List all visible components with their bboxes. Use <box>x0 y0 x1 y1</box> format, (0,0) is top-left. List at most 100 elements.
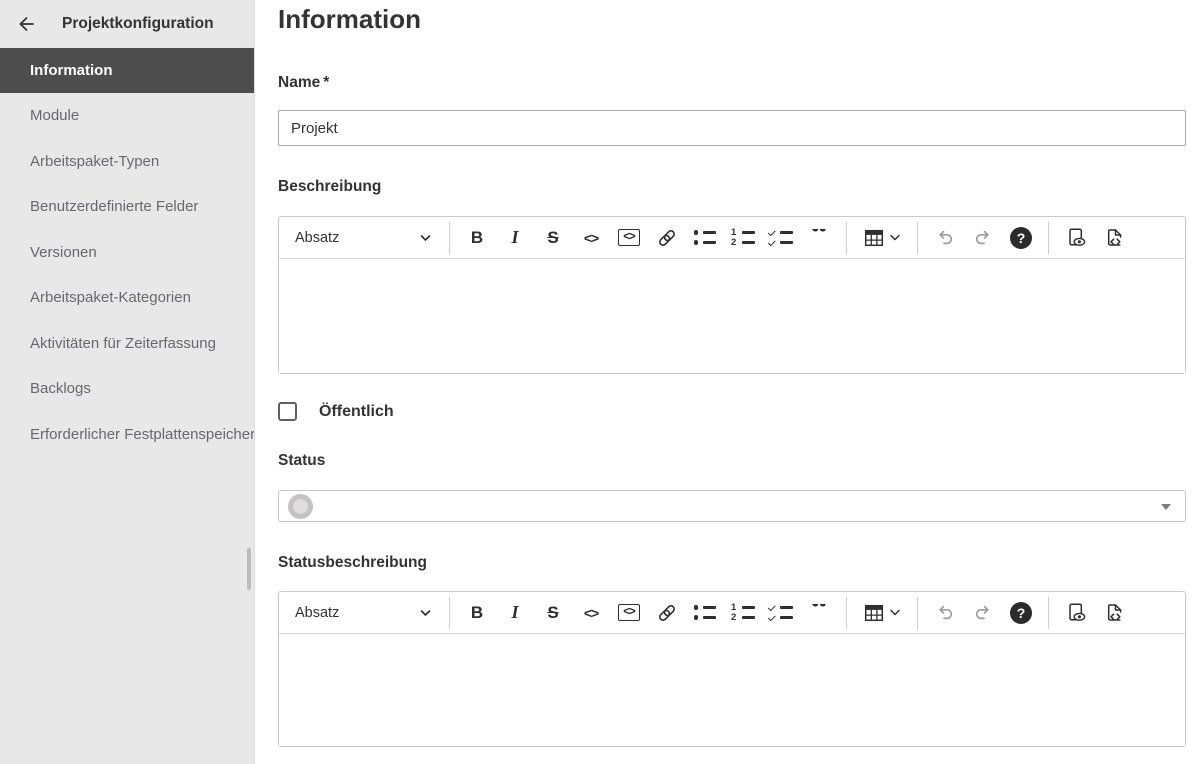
numbered-list-icon: 1 2 <box>731 605 755 620</box>
strikethrough-button[interactable]: S <box>538 598 568 628</box>
block-quote-icon: “ <box>811 229 828 247</box>
toolbar-divider <box>917 597 918 629</box>
sidebar-item-arbeitspaket-kategorien[interactable]: Arbeitspaket-Kategorien <box>0 275 254 321</box>
toolbar-divider <box>1048 597 1049 629</box>
strikethrough-icon: S <box>547 603 558 623</box>
name-label: Name* <box>278 74 329 92</box>
inline-code-button[interactable]: <> <box>576 223 606 253</box>
toolbar-divider <box>1048 222 1049 254</box>
status-select[interactable] <box>278 490 1186 522</box>
public-checkbox[interactable] <box>278 402 297 421</box>
chevron-down-icon <box>420 609 431 617</box>
inline-code-icon: <> <box>584 605 598 621</box>
paragraph-style-label: Absatz <box>295 605 339 621</box>
redo-button[interactable] <box>968 223 998 253</box>
undo-icon <box>934 602 956 624</box>
public-label: Öffentlich <box>319 403 394 421</box>
back-arrow-icon[interactable] <box>16 14 36 34</box>
todo-list-button[interactable] <box>766 223 796 253</box>
undo-button[interactable] <box>930 223 960 253</box>
sidebar-item-backlogs[interactable]: Backlogs <box>0 366 254 412</box>
status-description-label: Statusbeschreibung <box>278 554 427 572</box>
strikethrough-button[interactable]: S <box>538 223 568 253</box>
code-block-button[interactable]: <> <box>614 598 644 628</box>
block-quote-button[interactable]: “ <box>804 223 834 253</box>
toolbar-divider <box>449 597 450 629</box>
preview-button[interactable] <box>1061 223 1091 253</box>
paragraph-style-label: Absatz <box>295 230 339 246</box>
markdown-source-button[interactable] <box>1099 223 1129 253</box>
help-icon: ? <box>1010 227 1032 249</box>
rich-text-toolbar: Absatz B I S <> <> <box>279 217 1185 259</box>
italic-button[interactable]: I <box>500 598 530 628</box>
paragraph-style-dropdown[interactable]: Absatz <box>291 222 441 254</box>
table-icon <box>864 228 884 248</box>
sidebar-scrollbar-thumb[interactable] <box>247 548 251 590</box>
todo-list-button[interactable] <box>766 598 796 628</box>
markdown-source-button[interactable] <box>1099 598 1129 628</box>
insert-table-button[interactable] <box>859 223 905 253</box>
code-block-button[interactable]: <> <box>614 223 644 253</box>
sidebar-item-module[interactable]: Module <box>0 93 254 139</box>
public-checkbox-row: Öffentlich <box>278 402 394 421</box>
undo-icon <box>934 227 956 249</box>
description-editor: Absatz B I S <> <> <box>278 216 1186 374</box>
sidebar-item-benutzerdefinierte-felder[interactable]: Benutzerdefinierte Felder <box>0 184 254 230</box>
bulleted-list-icon <box>694 605 717 620</box>
redo-icon <box>972 227 994 249</box>
bulleted-list-button[interactable] <box>690 598 720 628</box>
preview-icon <box>1066 602 1087 623</box>
chevron-down-icon <box>890 609 900 616</box>
status-bubble-icon <box>288 494 313 519</box>
status-label: Status <box>278 452 325 470</box>
undo-button[interactable] <box>930 598 960 628</box>
strikethrough-icon: S <box>547 228 558 248</box>
preview-icon <box>1066 227 1087 248</box>
sidebar-item-information[interactable]: Information <box>0 48 254 93</box>
sidebar-item-versionen[interactable]: Versionen <box>0 230 254 276</box>
help-icon: ? <box>1010 602 1032 624</box>
redo-icon <box>972 602 994 624</box>
numbered-list-button[interactable]: 1 2 <box>728 223 758 253</box>
page-title: Information <box>278 2 421 36</box>
paragraph-style-dropdown[interactable]: Absatz <box>291 597 441 629</box>
chevron-down-icon <box>420 234 431 242</box>
name-input[interactable] <box>278 110 1186 146</box>
sidebar-item-arbeitspaket-typen[interactable]: Arbeitspaket-Typen <box>0 139 254 185</box>
sidebar-title: Projektkonfiguration <box>62 15 214 33</box>
code-block-icon: <> <box>618 604 639 621</box>
inline-code-button[interactable]: <> <box>576 598 606 628</box>
sidebar-header: Projektkonfiguration <box>0 0 254 48</box>
sidebar-item-aktivitaeten-zeiterfassung[interactable]: Aktivitäten für Zeiterfassung <box>0 321 254 367</box>
help-button[interactable]: ? <box>1006 598 1036 628</box>
inline-code-icon: <> <box>584 230 598 246</box>
toolbar-divider <box>846 597 847 629</box>
bulleted-list-button[interactable] <box>690 223 720 253</box>
project-settings-sidebar: Projektkonfiguration Information Module … <box>0 0 255 764</box>
link-icon <box>657 228 677 248</box>
preview-button[interactable] <box>1061 598 1091 628</box>
link-button[interactable] <box>652 598 682 628</box>
link-button[interactable] <box>652 223 682 253</box>
toolbar-divider <box>846 222 847 254</box>
description-editor-content[interactable] <box>279 259 1185 373</box>
block-quote-button[interactable]: “ <box>804 598 834 628</box>
table-icon <box>864 603 884 623</box>
markdown-source-icon <box>1104 227 1125 248</box>
link-icon <box>657 603 677 623</box>
toolbar-divider <box>917 222 918 254</box>
markdown-source-icon <box>1104 602 1125 623</box>
sidebar-item-festplattenspeicher[interactable]: Erforderlicher Festplattenspeicher <box>0 412 254 458</box>
italic-icon: I <box>511 227 518 248</box>
help-button[interactable]: ? <box>1006 223 1036 253</box>
bold-button[interactable]: B <box>462 223 492 253</box>
insert-table-button[interactable] <box>859 598 905 628</box>
status-description-editor-content[interactable] <box>279 634 1185 746</box>
italic-button[interactable]: I <box>500 223 530 253</box>
bold-button[interactable]: B <box>462 598 492 628</box>
redo-button[interactable] <box>968 598 998 628</box>
rich-text-toolbar: Absatz B I S <> <> <box>279 592 1185 634</box>
bulleted-list-icon <box>694 230 717 245</box>
caret-down-icon <box>1161 504 1171 510</box>
numbered-list-button[interactable]: 1 2 <box>728 598 758 628</box>
